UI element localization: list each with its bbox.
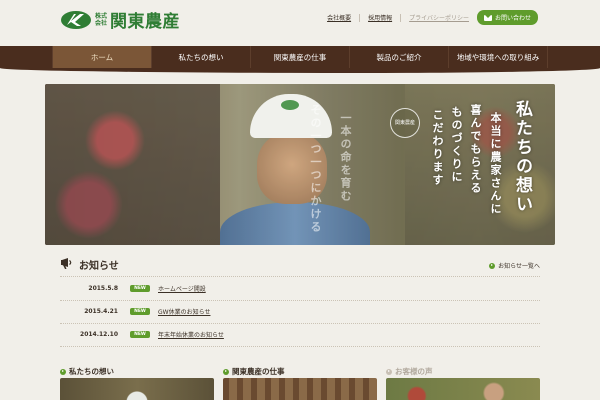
new-badge: NEW [130,284,150,292]
arrow-circle-icon [60,368,66,375]
news-row: 2015.4.21 NEW GW休業のお知らせ [60,299,540,324]
news-link[interactable]: GW休業のお知らせ [158,307,210,316]
hero-copy-line-1: 本当に農家さんに [489,112,502,216]
nav-item-work[interactable]: 関東農産の仕事 [250,46,349,68]
news-all-link[interactable]: お知らせ一覧へ [489,261,540,270]
logo-mark-icon [61,10,91,29]
card-label-text: お客様の声 [395,367,433,376]
util-separator [359,13,361,22]
news-all-label: お知らせ一覧へ [498,263,540,270]
card-voices[interactable]: お客様の声 [386,366,540,400]
card-work[interactable]: 関東農産の仕事 [223,366,377,400]
logo[interactable]: 株式 会社 関東農産 [60,7,180,32]
nav-item-community[interactable]: 地域や環境への取り組み [448,46,548,68]
arrow-circle-icon [489,262,496,269]
hero-banner[interactable]: その一つ一つにかける 一本の命を育む 関東農産 私たちの想い 本当に農家さんに … [45,84,555,245]
util-link-recruit[interactable]: 採用情報 [368,13,392,22]
news-link[interactable]: 年末年始休業のお知らせ [158,330,224,339]
card-label: お客様の声 [386,366,433,377]
new-badge: NEW [130,331,150,339]
utility-links: 会社概要 採用情報 プライバシーポリシー お問い合わせ [327,10,538,25]
news-list: 2015.5.8 NEW ホームページ開設 2015.4.21 NEW GW休業… [60,276,540,347]
card-label-text: 私たちの想い [69,367,114,376]
logo-kabu-1: 株式 [95,12,108,20]
news-title: お知らせ [79,261,119,272]
hero-faint-copy-1: その一つ一つにかける [309,104,322,234]
hero-faint-copy-2: 一本の命を育む [339,112,352,203]
card-label-text: 関東農産の仕事 [232,367,285,376]
hero-title: 私たちの想い [512,100,532,214]
hero-copy-line-3: ものづくりに [450,106,463,184]
card-image [386,378,540,400]
global-nav: ホーム 私たちの想い 関東農産の仕事 製品のご紹介 地域や環境への取り組み [0,46,600,68]
arrow-circle-icon [223,368,229,375]
hero-copy-line-2: 喜んでもらえる [469,104,482,195]
util-separator [400,13,402,22]
nav-item-home[interactable]: ホーム [52,46,151,68]
card-label: 関東農産の仕事 [223,366,285,377]
news-date: 2015.5.8 [88,284,118,292]
logo-company-type: 株式 会社 [95,13,107,27]
logo-name: 関東農産 [110,12,181,32]
news-row: 2015.5.8 NEW ホームページ開設 [60,276,540,300]
arrow-circle-icon [386,368,392,375]
logo-kabu-2: 会社 [95,19,108,27]
contact-button[interactable]: お問い合わせ [476,10,538,25]
hero-badge: 関東農産 [390,108,420,138]
news-row: 2014.12.10 NEW 年末年始休業のお知らせ [60,323,540,347]
news-date: 2014.12.10 [80,331,118,339]
hero-copy-line-4: こだわります [431,109,444,187]
card-image [223,378,377,400]
card-label: 私たちの想い [60,366,114,377]
new-badge: NEW [130,308,150,316]
nav-item-philosophy[interactable]: 私たちの想い [151,46,250,68]
news-header: お知らせ お知らせ一覧へ [60,256,540,272]
util-link-privacy[interactable]: プライバシーポリシー [409,13,469,22]
news-date: 2015.4.21 [84,308,118,316]
site-header: 株式 会社 関東農産 会社概要 採用情報 プライバシーポリシー お問い合わせ [0,0,600,46]
contact-label: お問い合わせ [494,15,531,22]
card-philosophy[interactable]: 私たちの想い [60,366,214,400]
util-link-company[interactable]: 会社概要 [327,13,351,22]
news-link[interactable]: ホームページ開設 [158,284,206,293]
mail-icon [483,14,492,21]
card-image [60,378,214,400]
megaphone-icon [61,258,72,269]
nav-item-products[interactable]: 製品のご紹介 [349,46,448,68]
nav-wave-decoration [0,68,600,73]
